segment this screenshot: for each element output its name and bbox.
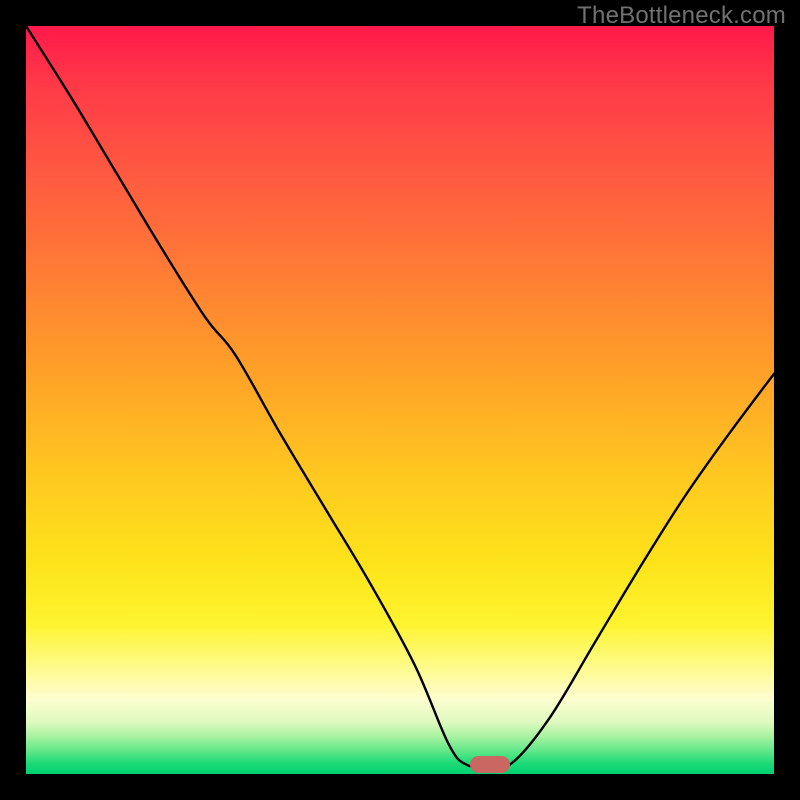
curve-path — [26, 26, 774, 767]
plot-area — [26, 26, 774, 774]
chart-frame: TheBottleneck.com — [0, 0, 800, 800]
watermark-text: TheBottleneck.com — [577, 2, 786, 30]
bottleneck-curve — [26, 26, 774, 774]
optimal-marker — [470, 756, 510, 773]
